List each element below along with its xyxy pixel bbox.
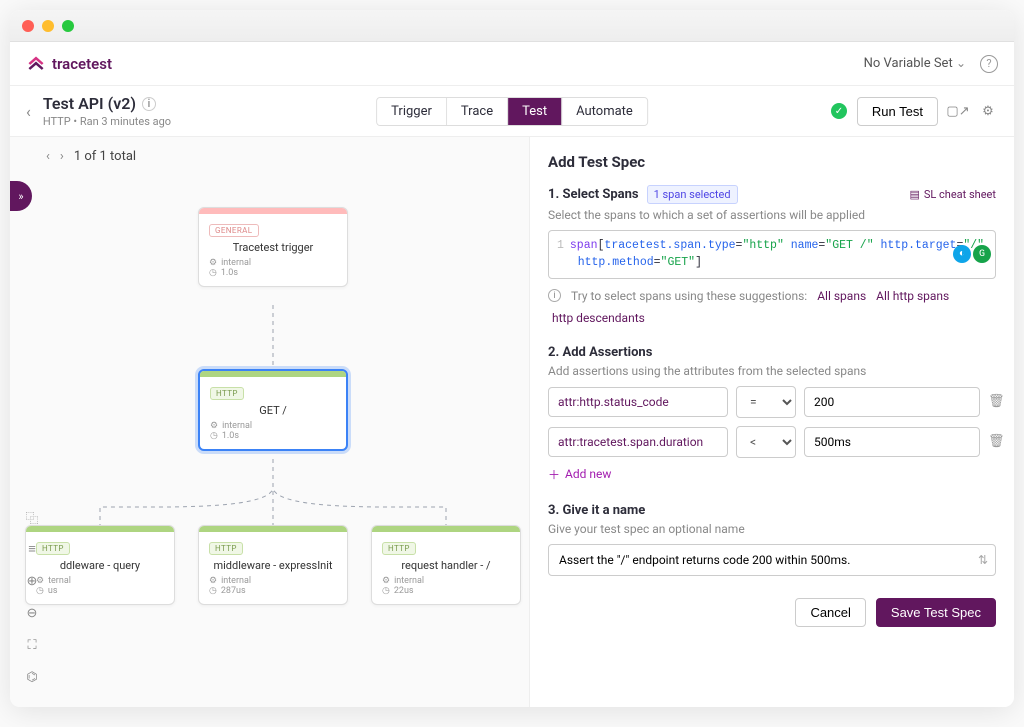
canvas-toolbar: ⿻ ≡ ⊕ ⊖ ⛶ ⌬	[22, 507, 42, 687]
suggestion-all-spans[interactable]: All spans	[817, 289, 866, 303]
main-content: » ‹ › 1 of 1 total GENERAL Tracetest tri…	[10, 137, 1014, 707]
help-icon[interactable]: ?	[980, 55, 998, 73]
span-node-trigger[interactable]: GENERAL Tracetest trigger ⚙ internal ◷ 1…	[198, 207, 348, 287]
hint-icon[interactable]: ◐	[953, 245, 971, 263]
assertion-value-input[interactable]	[804, 387, 980, 417]
span-title: request handler - /	[382, 559, 510, 572]
suggestion-http-desc[interactable]: http descendants	[552, 311, 645, 325]
span-duration: ◷ 22us	[382, 586, 510, 596]
close-icon[interactable]	[22, 20, 34, 32]
assertion-value-input[interactable]	[804, 427, 980, 457]
span-node-mw-express[interactable]: HTTP middleware - expressInit ⚙ internal…	[198, 525, 348, 605]
logo-icon	[26, 54, 46, 74]
brand-text: tracetest	[52, 55, 112, 73]
span-tag: HTTP	[210, 387, 244, 400]
span-title: middleware - expressInit	[209, 559, 337, 572]
flow-icon[interactable]: ⿻	[22, 507, 42, 527]
back-button[interactable]: ‹	[26, 102, 31, 121]
run-test-button[interactable]: Run Test	[857, 97, 938, 126]
suggestion-all-http[interactable]: All http spans	[876, 289, 949, 303]
export-icon[interactable]: ▢↗	[948, 101, 968, 121]
span-selected-chip: 1 span selected	[647, 185, 738, 204]
span-node-handler[interactable]: HTTP request handler - / ⚙ internal ◷ 22…	[371, 525, 521, 605]
info-icon: i	[548, 289, 561, 302]
add-assertion-button[interactable]: ＋Add new	[548, 466, 996, 483]
maximize-icon[interactable]	[62, 20, 74, 32]
span-service: ⚙ internal	[209, 576, 337, 586]
pager-count: 1 of 1 total	[74, 149, 136, 164]
selector-editor[interactable]: 1span[tracetest.span.type="http" name="G…	[548, 230, 996, 279]
chevron-down-icon: ⌄	[956, 56, 966, 70]
plus-icon: ＋	[548, 466, 560, 483]
span-service: ⚙ internal	[382, 576, 510, 586]
span-service: ⚙ internal	[209, 258, 337, 268]
top-nav: tracetest No Variable Set ⌄ ?	[10, 42, 1014, 86]
edit-icon[interactable]: ⇅	[978, 553, 988, 567]
tab-test[interactable]: Test	[508, 98, 562, 125]
drawer-title: Add Test Spec	[548, 153, 996, 171]
brand-logo[interactable]: tracetest	[26, 54, 112, 74]
sub-header: ‹ Test API (v2) i HTTP • Ran 3 minutes a…	[10, 86, 1014, 137]
editor-floating-icons: ◐ G	[953, 245, 991, 263]
prev-icon[interactable]: ‹	[46, 149, 50, 164]
delete-icon[interactable]: 🗑	[988, 394, 1004, 409]
assertion-op-select[interactable]: <	[736, 426, 796, 458]
delete-icon[interactable]: 🗑	[988, 434, 1004, 449]
suggestion-label: Try to select spans using these suggesti…	[571, 289, 807, 303]
assertion-op-select[interactable]: =	[736, 386, 796, 418]
assertion-attr-input[interactable]	[548, 427, 728, 457]
fullscreen-icon[interactable]: ⛶	[22, 635, 42, 655]
tab-trigger[interactable]: Trigger	[377, 98, 447, 125]
cancel-button[interactable]: Cancel	[795, 598, 865, 627]
page-title: Test API (v2) i	[43, 94, 171, 113]
canvas-pager: ‹ › 1 of 1 total	[46, 149, 136, 164]
grammarly-icon[interactable]: G	[973, 245, 991, 263]
step2-label: 2. Add Assertions	[548, 345, 652, 360]
step1-sub: Select the spans to which a set of asser…	[548, 208, 996, 222]
info-icon[interactable]: i	[142, 97, 156, 111]
span-duration: ◷ 287us	[209, 586, 337, 596]
zoom-in-icon[interactable]: ⊕	[22, 571, 42, 591]
assertion-row: = 🗑	[548, 386, 996, 418]
span-title: ddleware - query	[36, 559, 164, 572]
span-service: ⚙ ternal	[36, 576, 164, 586]
list-icon[interactable]: ≡	[22, 539, 42, 559]
span-title: Tracetest trigger	[209, 241, 337, 254]
gear-icon[interactable]: ⚙	[978, 101, 998, 121]
status-success-icon: ✓	[831, 103, 847, 119]
span-node-mw-query[interactable]: HTTP ddleware - query ⚙ ternal ◷ us	[25, 525, 175, 605]
span-tag: GENERAL	[209, 224, 259, 237]
test-spec-drawer: Add Test Spec 1. Select Spans 1 span sel…	[529, 137, 1014, 707]
span-service: ⚙ internal	[210, 421, 336, 431]
cheat-sheet-link[interactable]: ▤ SL cheat sheet	[909, 188, 996, 201]
tab-trace[interactable]: Trace	[447, 98, 508, 125]
step2-sub: Add assertions using the attributes from…	[548, 364, 996, 378]
step3-label: 3. Give it a name	[548, 503, 645, 518]
step3-sub: Give your test spec an optional name	[548, 522, 996, 536]
span-node-get[interactable]: HTTP GET / ⚙ internal ◷ 1.0s	[198, 369, 348, 451]
span-tag: HTTP	[209, 542, 243, 555]
next-icon[interactable]: ›	[60, 149, 64, 164]
step1-label: 1. Select Spans	[548, 187, 639, 202]
zoom-out-icon[interactable]: ⊖	[22, 603, 42, 623]
trace-canvas[interactable]: ‹ › 1 of 1 total GENERAL Tracetest trigg…	[10, 137, 529, 707]
minimize-icon[interactable]	[42, 20, 54, 32]
tab-automate[interactable]: Automate	[562, 98, 647, 125]
view-tabs: Trigger Trace Test Automate	[376, 97, 648, 126]
mac-titlebar	[10, 10, 1014, 42]
app-window: tracetest No Variable Set ⌄ ? ‹ Test API…	[10, 10, 1014, 707]
spec-name-input[interactable]	[548, 544, 996, 576]
assertion-attr-input[interactable]	[548, 387, 728, 417]
span-tag: HTTP	[382, 542, 416, 555]
span-duration: ◷ us	[36, 586, 164, 596]
span-duration: ◷ 1.0s	[209, 268, 337, 278]
assertion-row: < 🗑	[548, 426, 996, 458]
variable-set-dropdown[interactable]: No Variable Set ⌄	[864, 56, 966, 71]
save-test-spec-button[interactable]: Save Test Spec	[876, 598, 996, 627]
tree-icon[interactable]: ⌬	[22, 667, 42, 687]
span-duration: ◷ 1.0s	[210, 431, 336, 441]
page-meta: HTTP • Ran 3 minutes ago	[43, 115, 171, 128]
span-title: GET /	[210, 404, 336, 417]
